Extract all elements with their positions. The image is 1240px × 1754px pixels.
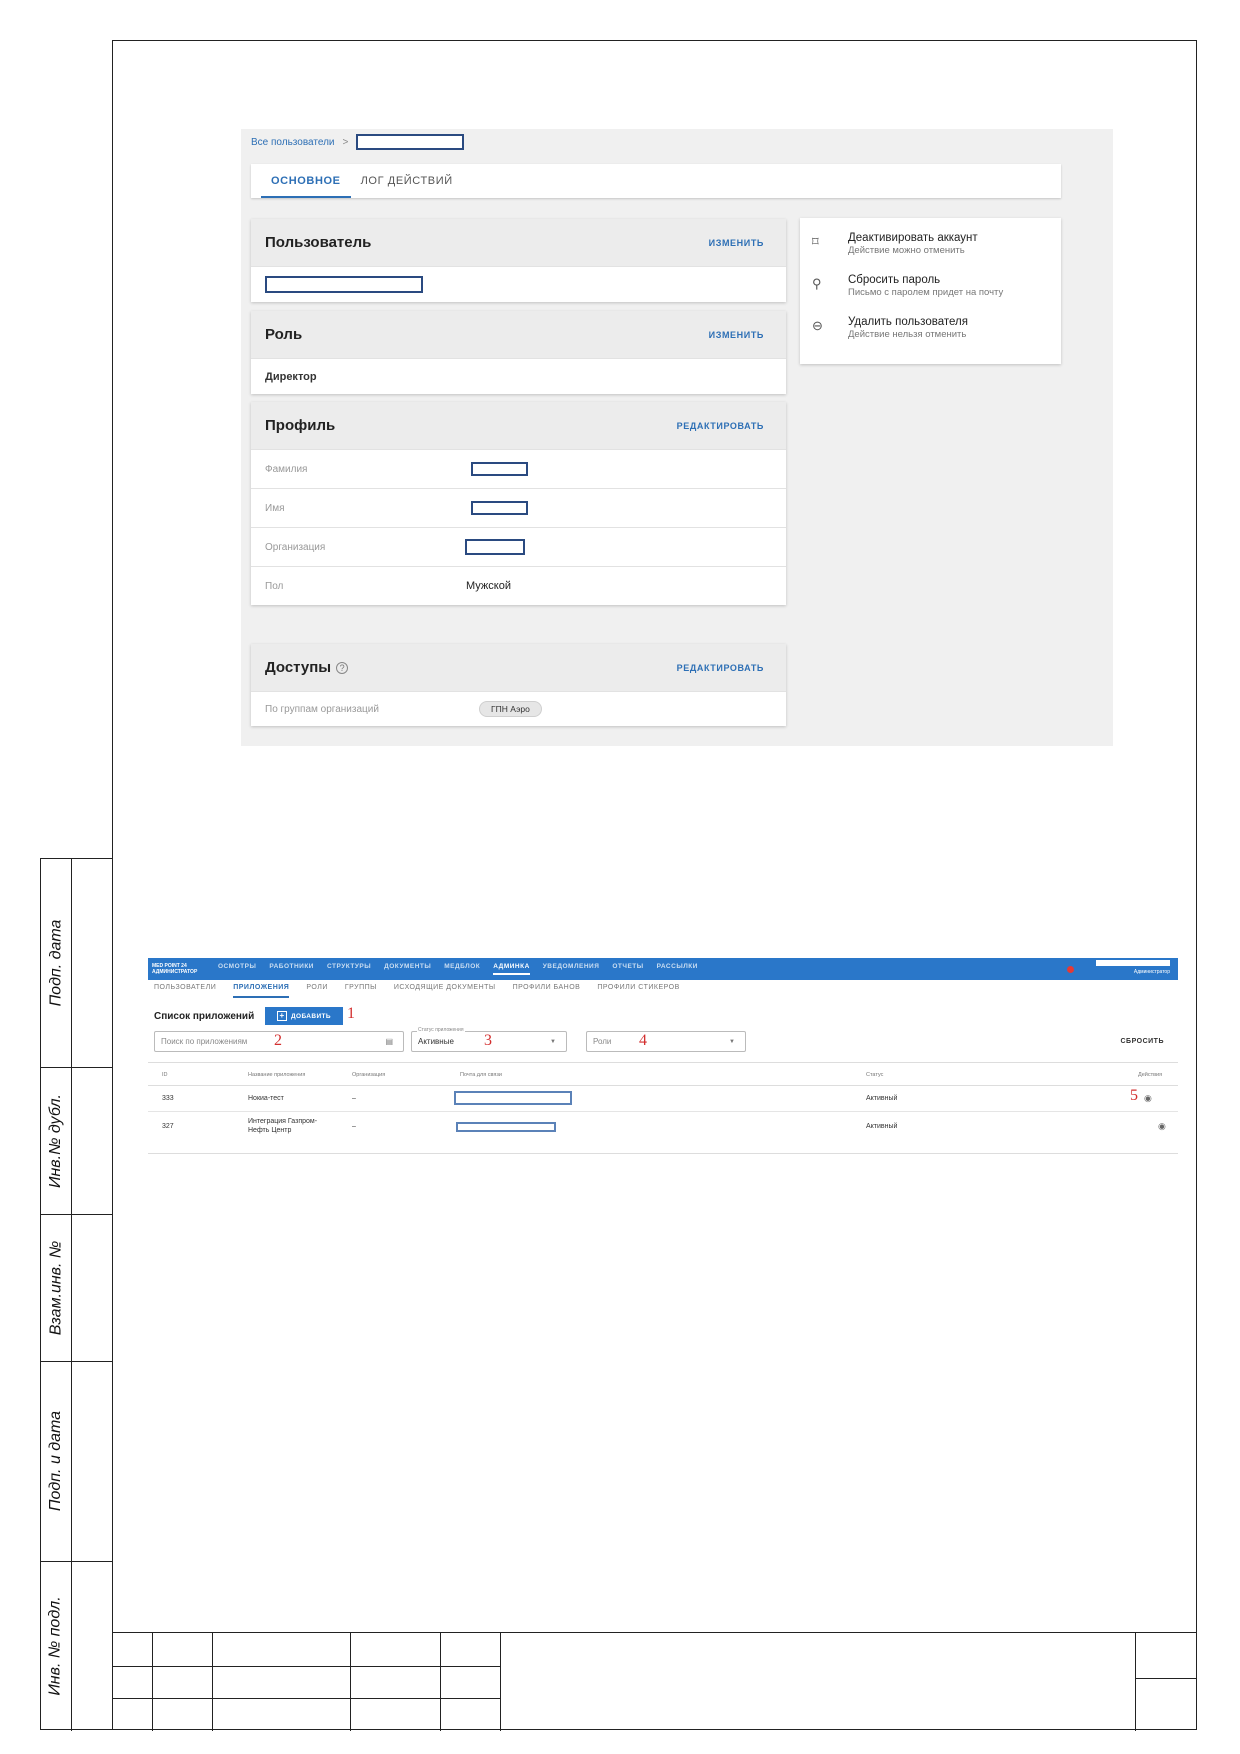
profile-section: Профиль РЕДАКТИРОВАТЬ Фамилия Имя Органи… [251,402,786,605]
breadcrumb: Все пользователи > [251,134,465,150]
col-email: Почта для связи [460,1072,502,1078]
view-icon[interactable]: ◉ [1144,1093,1152,1104]
edit-role-button[interactable]: ИЗМЕНИТЬ [709,330,764,340]
col-status: Статус [866,1072,884,1078]
add-application-button[interactable]: + ДОБАВИТЬ [265,1007,343,1025]
top-nav-bar: MED POINT 24 АДМИНИСТРАТОР ОСМОТРЫ РАБОТ… [148,958,1178,980]
view-icon[interactable]: ◉ [1158,1121,1166,1132]
breadcrumb-link-all-users[interactable]: Все пользователи [251,137,335,148]
col-actions: Действия [1138,1072,1163,1078]
redacted-organization [465,539,525,555]
subtab-outgoing-docs[interactable]: ИСХОДЯЩИЕ ДОКУМЕНТЫ [394,984,496,998]
roles-select[interactable]: Роли ▼ [586,1031,746,1052]
subtab-roles[interactable]: РОЛИ [306,984,328,998]
table-row[interactable]: 327 Интеграция Газпром-Нефть Центр – Акт… [148,1112,1178,1146]
chevron-down-icon: ▼ [550,1038,556,1045]
nav-item-medblock[interactable]: МЕДБЛОК [444,963,480,975]
reset-password-action[interactable]: ⚲ Сбросить пароль Письмо с паролем приде… [800,274,1061,316]
subtab-applications[interactable]: ПРИЛОЖЕНИЯ [233,984,290,998]
subtab-sticker-profiles[interactable]: ПРОФИЛИ СТИКЕРОВ [597,984,679,998]
main-nav: ОСМОТРЫ РАБОТНИКИ СТРУКТУРЫ ДОКУМЕНТЫ МЕ… [218,963,698,975]
access-section: Доступы ? РЕДАКТИРОВАТЬ По группам орган… [251,644,786,726]
col-org: Организация [352,1072,386,1078]
edit-profile-button[interactable]: РЕДАКТИРОВАТЬ [677,421,764,431]
marker-2: 2 [274,1032,282,1049]
nav-item-notifications[interactable]: УВЕДОМЛЕНИЯ [543,963,600,975]
tab-action-log[interactable]: ЛОГ ДЕЙСТВИЙ [351,164,463,198]
breadcrumb-separator: > [342,136,349,148]
nav-item-documents[interactable]: ДОКУМЕНТЫ [384,963,431,975]
user-card-screenshot: Все пользователи > ОСНОВНОЕ ЛОГ ДЕЙСТВИЙ… [241,129,1113,746]
redacted-email [456,1122,556,1132]
redacted-user-name [1096,960,1170,966]
redacted-lastname [471,462,528,476]
section-title: Профиль [265,417,336,434]
page-title: Список приложений [154,1011,255,1022]
marker-4: 4 [639,1032,647,1049]
marker-1: 1 [347,1005,355,1022]
side-label-replace-inv: Взам.инв. № [47,1240,65,1335]
side-label-sign-and-date: Подп. и дата [47,1410,65,1512]
redacted-login [265,276,423,293]
profile-row-lastname: Фамилия [251,449,786,488]
nav-item-reports[interactable]: ОТЧЕТЫ [612,963,643,975]
chevron-down-icon: ▼ [729,1038,735,1045]
role-section: Роль ИЗМЕНИТЬ Директор [251,311,786,394]
admin-subnav: ПОЛЬЗОВАТЕЛИ ПРИЛОЖЕНИЯ РОЛИ ГРУППЫ ИСХО… [154,984,680,998]
minus-circle-icon: ⊖ [812,318,823,333]
redacted-username [356,134,465,150]
delete-user-action[interactable]: ⊖ Удалить пользователя Действие нельзя о… [800,316,1061,358]
gender-value: Мужской [466,580,511,592]
section-title: Доступы [265,659,332,676]
tabs-bar: ОСНОВНОЕ ЛОГ ДЕЙСТВИЙ [251,164,1061,198]
account-actions-panel: ⌑ Деактивировать аккаунт Действие можно … [800,218,1061,364]
section-title: Роль [265,326,303,343]
app-logo[interactable]: MED POINT 24 АДМИНИСТРАТОР [148,963,218,975]
nav-item-inspections[interactable]: ОСМОТРЫ [218,963,256,975]
notification-dot[interactable] [1067,966,1074,973]
marker-5: 5 [1130,1087,1138,1104]
calendar-search-icon[interactable]: ▤ [385,1037,393,1046]
user-section: Пользователь ИЗМЕНИТЬ [251,219,786,302]
help-icon[interactable]: ? [336,661,349,674]
access-row-org-groups: По группам организаций ГПН Аэро [251,691,786,726]
nav-item-workers[interactable]: РАБОТНИКИ [269,963,314,975]
section-title: Пользователь [265,234,372,251]
plus-icon: + [276,1011,287,1021]
side-label-orig-inv: Инв. № подл. [47,1596,64,1696]
apps-list-screenshot: MED POINT 24 АДМИНИСТРАТОР ОСМОТРЫ РАБОТ… [148,958,1178,1154]
table-header: ID Название приложения Организация Почта… [148,1062,1178,1086]
org-group-chip[interactable]: ГПН Аэро [479,701,542,717]
nav-item-structures[interactable]: СТРУКТУРЫ [327,963,371,975]
table-row[interactable]: 333 Нокиа-тест – Активный 5 ◉ [148,1086,1178,1112]
profile-row-gender: Пол Мужской [251,566,786,605]
profile-row-firstname: Имя [251,488,786,527]
reset-filters-button[interactable]: СБРОСИТЬ [1120,1038,1164,1045]
redacted-email [454,1091,572,1105]
user-menu[interactable]: Администратор [1092,959,1170,979]
title-block [112,1632,1197,1731]
col-id: ID [162,1072,168,1078]
subtab-ban-profiles[interactable]: ПРОФИЛИ БАНОВ [513,984,581,998]
thumb-down-icon: ⌑ [812,234,819,249]
subtab-groups[interactable]: ГРУППЫ [345,984,377,998]
nav-item-mailings[interactable]: РАССЫЛКИ [657,963,698,975]
role-value: Директор [251,358,786,394]
tab-main[interactable]: ОСНОВНОЕ [261,164,351,198]
col-name: Название приложения [248,1072,306,1078]
side-label-sign-date: Подп. дата [47,919,65,1007]
marker-3: 3 [484,1032,492,1049]
document-page: Подп. дата Инв.№ дубл. Взам.инв. № Подп.… [0,0,1240,1754]
subtab-users[interactable]: ПОЛЬЗОВАТЕЛИ [154,984,216,998]
side-stamp: Подп. дата Инв.№ дубл. Взам.инв. № Подп.… [40,858,113,1731]
nav-item-admin[interactable]: АДМИНКА [493,963,530,975]
edit-access-button[interactable]: РЕДАКТИРОВАТЬ [677,663,764,673]
side-label-dup-inv: Инв.№ дубл. [47,1093,65,1188]
profile-row-organization: Организация [251,527,786,566]
deactivate-account-action[interactable]: ⌑ Деактивировать аккаунт Действие можно … [800,232,1061,274]
user-key-icon: ⚲ [812,276,822,291]
redacted-firstname [471,501,528,515]
edit-user-button[interactable]: ИЗМЕНИТЬ [709,238,764,248]
